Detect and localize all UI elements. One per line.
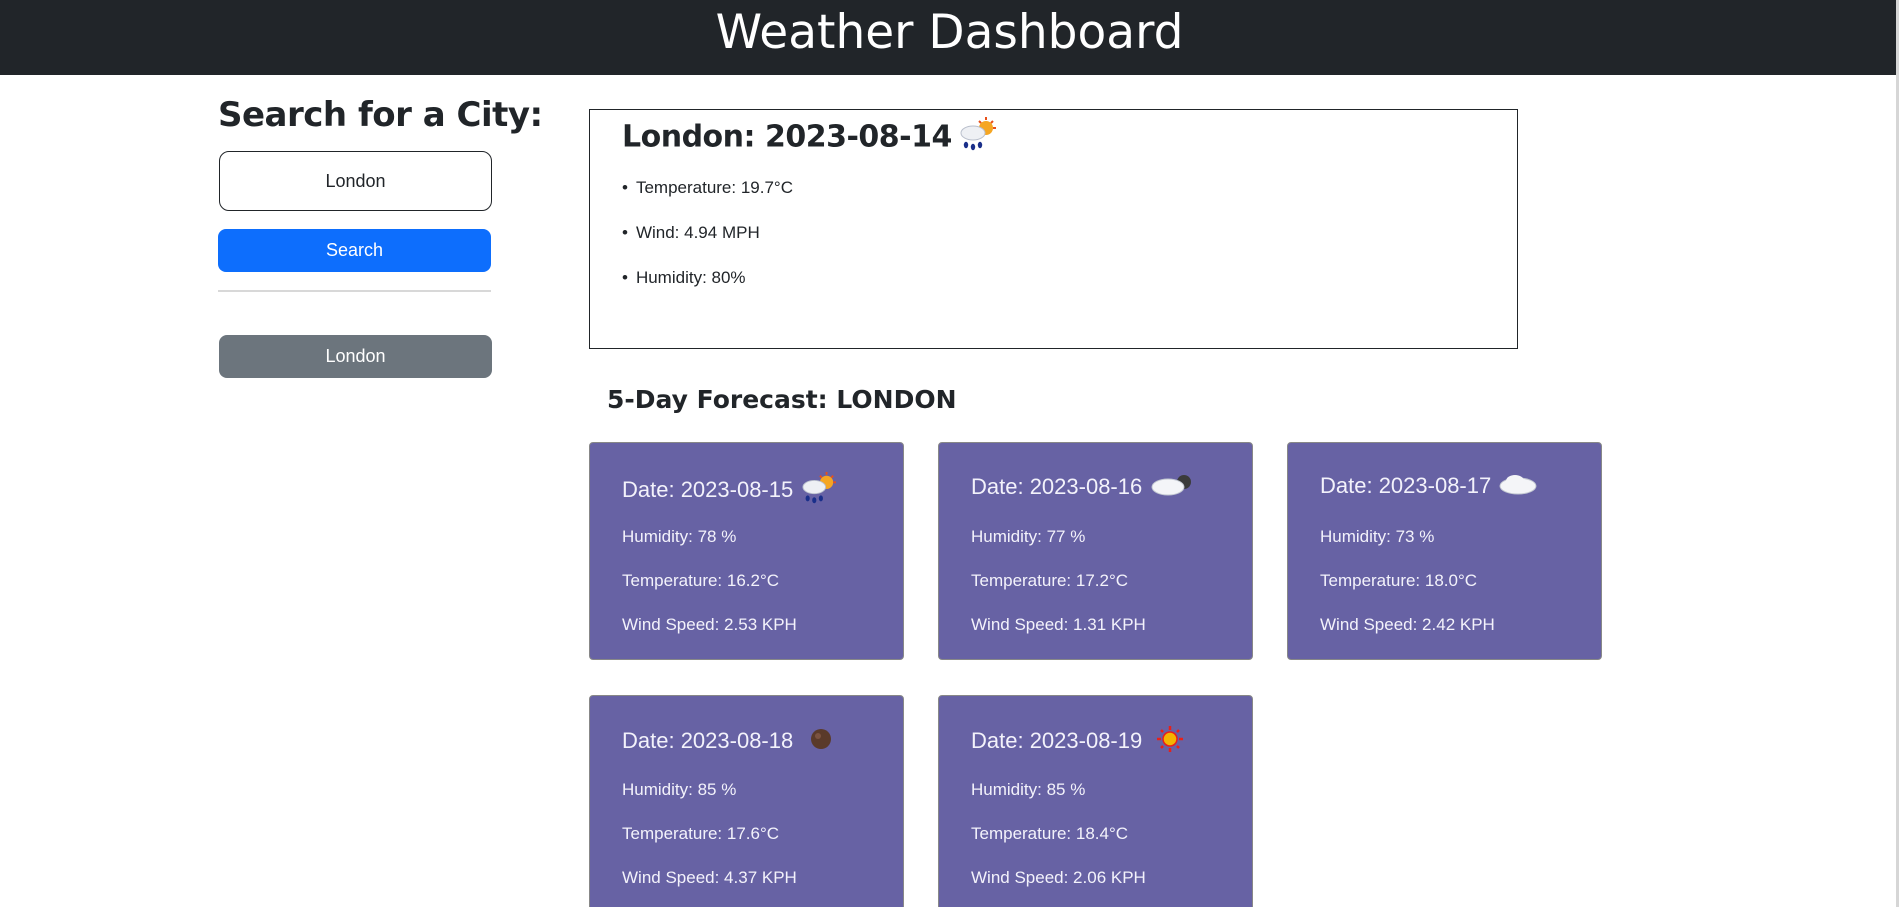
forecast-humidity: Humidity: 77 %: [971, 527, 1086, 546]
forecast-card: Date: 2023-08-19 Humidity: 85 % Temperat…: [938, 695, 1253, 907]
forecast-title: 5-Day Forecast: LONDON: [607, 385, 957, 414]
page-title: Weather Dashboard: [715, 5, 1184, 60]
forecast-card: Date: 2023-08-15 Humidity: 78 % Temperat…: [589, 442, 904, 660]
current-wind: Wind: 4.94 MPH: [622, 223, 793, 243]
rain-sun-icon: [958, 116, 998, 160]
forecast-date: Date: 2023-08-16: [971, 471, 1196, 505]
forecast-wind: Wind Speed: 2.42 KPH: [1320, 615, 1495, 634]
divider: [218, 290, 491, 292]
forecast-card: Date: 2023-08-16 Humidity: 77 % Temperat…: [938, 442, 1253, 660]
current-temperature: Temperature: 19.7°C: [622, 178, 793, 198]
forecast-date: Date: 2023-08-18: [622, 724, 839, 760]
forecast-card: Date: 2023-08-17 Humidity: 73 % Temperat…: [1287, 442, 1602, 660]
forecast-humidity: Humidity: 73 %: [1320, 527, 1435, 546]
dark-moon-icon: [799, 724, 839, 760]
forecast-wind: Wind Speed: 2.53 KPH: [622, 615, 797, 634]
sun-icon: [1148, 724, 1188, 760]
forecast-temperature: Temperature: 18.4°C: [971, 824, 1129, 843]
forecast-date: Date: 2023-08-17: [1320, 471, 1539, 503]
rain-sun-icon: [799, 471, 839, 511]
search-sidebar: Search for a City: Search London: [218, 92, 543, 378]
forecast-date: Date: 2023-08-15: [622, 471, 839, 511]
current-weather-panel: London: 2023-08-14 Temperature: 19.7°C W…: [589, 109, 1518, 349]
forecast-temperature: Temperature: 17.6°C: [622, 824, 780, 843]
forecast-humidity: Humidity: 85 %: [622, 780, 737, 799]
forecast-temperature: Temperature: 18.0°C: [1320, 571, 1478, 590]
forecast-humidity: Humidity: 78 %: [622, 527, 737, 546]
cloudy-night-icon: [1148, 471, 1196, 505]
forecast-temperature: Temperature: 17.2°C: [971, 571, 1129, 590]
forecast-date: Date: 2023-08-19: [971, 724, 1188, 760]
current-weather-list: Temperature: 19.7°C Wind: 4.94 MPH Humid…: [622, 178, 793, 313]
app-header: Weather Dashboard: [0, 0, 1899, 75]
city-search-input[interactable]: [219, 151, 492, 211]
forecast-wind: Wind Speed: 4.37 KPH: [622, 868, 797, 887]
current-weather-title: London: 2023-08-14: [622, 116, 998, 160]
search-button[interactable]: Search: [218, 229, 491, 272]
history-button-london[interactable]: London: [219, 335, 492, 378]
cloud-icon: [1497, 471, 1539, 503]
forecast-wind: Wind Speed: 1.31 KPH: [971, 615, 1146, 634]
search-heading: Search for a City:: [218, 95, 543, 135]
forecast-temperature: Temperature: 16.2°C: [622, 571, 780, 590]
forecast-wind: Wind Speed: 2.06 KPH: [971, 868, 1146, 887]
forecast-card: Date: 2023-08-18 Humidity: 85 % Temperat…: [589, 695, 904, 907]
current-humidity: Humidity: 80%: [622, 268, 793, 288]
forecast-humidity: Humidity: 85 %: [971, 780, 1086, 799]
